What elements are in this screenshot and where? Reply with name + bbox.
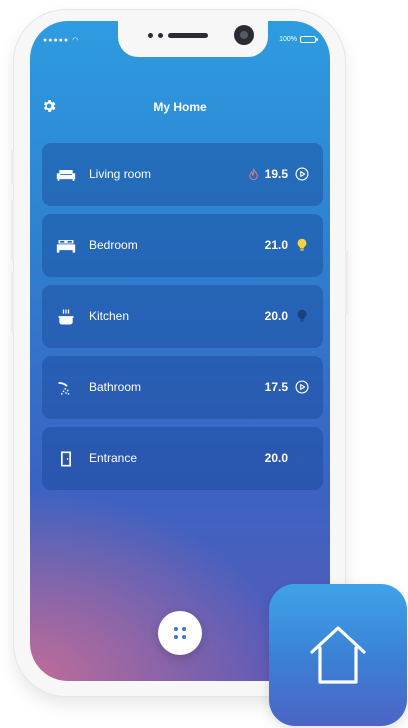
play-dim-icon[interactable] bbox=[295, 451, 309, 465]
mute-switch bbox=[11, 150, 14, 184]
notch bbox=[118, 21, 268, 57]
wifi-icon: ◠ bbox=[72, 37, 80, 44]
room-status: 19.5 bbox=[248, 164, 309, 184]
room-name: Entrance bbox=[89, 451, 138, 465]
room-status: 17.5 bbox=[265, 377, 309, 397]
flame-icon bbox=[248, 168, 258, 180]
volume-down-button bbox=[11, 272, 14, 332]
room-list: Living room 19.5 Bedroom 21.0 Kitchen 20… bbox=[42, 143, 323, 498]
room-name: Bathroom bbox=[89, 380, 142, 394]
sensor-dot bbox=[158, 33, 163, 38]
page-title: My Home bbox=[153, 100, 207, 114]
room-name: Bedroom bbox=[89, 238, 138, 252]
volume-up-button bbox=[11, 200, 14, 260]
room-temperature: 21.0 bbox=[264, 238, 288, 252]
speaker-grille bbox=[168, 33, 208, 38]
room-card-living-room[interactable]: Living room 19.5 bbox=[42, 143, 323, 206]
door-icon bbox=[61, 451, 71, 467]
room-name: Living room bbox=[89, 167, 152, 181]
room-temperature: 20.0 bbox=[264, 309, 288, 323]
front-camera bbox=[234, 25, 254, 45]
room-card-bathroom[interactable]: Bathroom 17.5 bbox=[42, 356, 323, 419]
power-button bbox=[345, 250, 348, 314]
phone-screen: ●●●●● ◠ 100% My Home Living room 19.5 Be… bbox=[30, 21, 330, 681]
room-card-bedroom[interactable]: Bedroom 21.0 bbox=[42, 214, 323, 277]
play-icon[interactable] bbox=[295, 380, 309, 394]
room-status: 20.0 bbox=[265, 306, 309, 326]
signal-indicator: ●●●●● ◠ bbox=[43, 37, 80, 44]
battery-percent: 100% bbox=[279, 36, 297, 43]
room-temperature: 19.5 bbox=[264, 167, 288, 181]
room-name: Kitchen bbox=[89, 309, 130, 323]
sofa-icon bbox=[56, 170, 76, 181]
battery-icon bbox=[300, 36, 318, 43]
sensor-dot bbox=[148, 33, 153, 38]
shower-icon bbox=[58, 382, 70, 395]
room-temperature: 20.0 bbox=[264, 451, 288, 465]
home-outline-icon bbox=[310, 626, 366, 684]
room-temperature: 17.5 bbox=[264, 380, 288, 394]
room-card-kitchen[interactable]: Kitchen 20.0 bbox=[42, 285, 323, 348]
bulb-off-icon[interactable] bbox=[295, 309, 309, 323]
bulb-on-icon[interactable] bbox=[295, 238, 309, 252]
room-status: 21.0 bbox=[265, 235, 309, 255]
battery-indicator: 100% bbox=[279, 36, 318, 43]
play-icon[interactable] bbox=[295, 167, 309, 181]
pot-icon bbox=[58, 309, 74, 325]
app-icon-tile bbox=[269, 584, 407, 726]
room-status: 20.0 bbox=[265, 448, 309, 468]
room-card-entrance[interactable]: Entrance 20.0 bbox=[42, 427, 323, 490]
bed-icon bbox=[56, 240, 76, 253]
menu-button[interactable] bbox=[158, 611, 202, 655]
